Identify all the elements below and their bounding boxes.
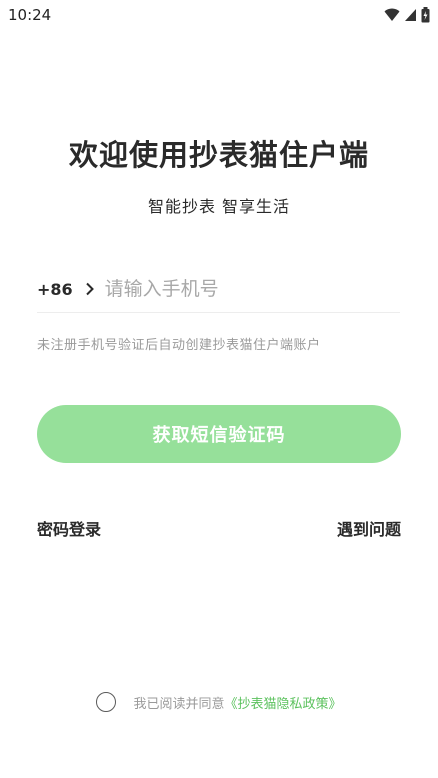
status-bar: 10:24 [0,0,438,30]
agreement-text: 我已阅读并同意 [133,696,225,712]
agreement-checkbox[interactable] [96,692,117,712]
chevron-right-icon[interactable] [85,282,95,296]
wifi-icon [384,8,400,21]
phone-input[interactable] [104,271,385,307]
password-login-link[interactable]: 密码登录 [37,516,101,540]
signal-icon [405,9,416,21]
battery-icon [421,7,430,23]
help-link[interactable]: 遇到问题 [337,516,401,540]
page-subtitle: 智能抄表 智享生活 [147,197,291,216]
status-time: 10:24 [8,6,52,24]
phone-row: +86 [37,268,400,310]
get-sms-code-button[interactable]: 获取短信验证码 [37,405,401,463]
register-hint: 未注册手机号验证后自动创建抄表猫住户端账户 [37,338,321,353]
status-icons [384,7,430,23]
agreement-row: 我已阅读并同意 《抄表猫隐私政策》 [0,692,438,712]
page-title: 欢迎使用抄表猫住户端 [68,138,369,172]
divider [37,312,400,313]
country-code-selector[interactable]: +86 [37,280,73,299]
privacy-policy-link[interactable]: 《抄表猫隐私政策》 [225,693,342,712]
